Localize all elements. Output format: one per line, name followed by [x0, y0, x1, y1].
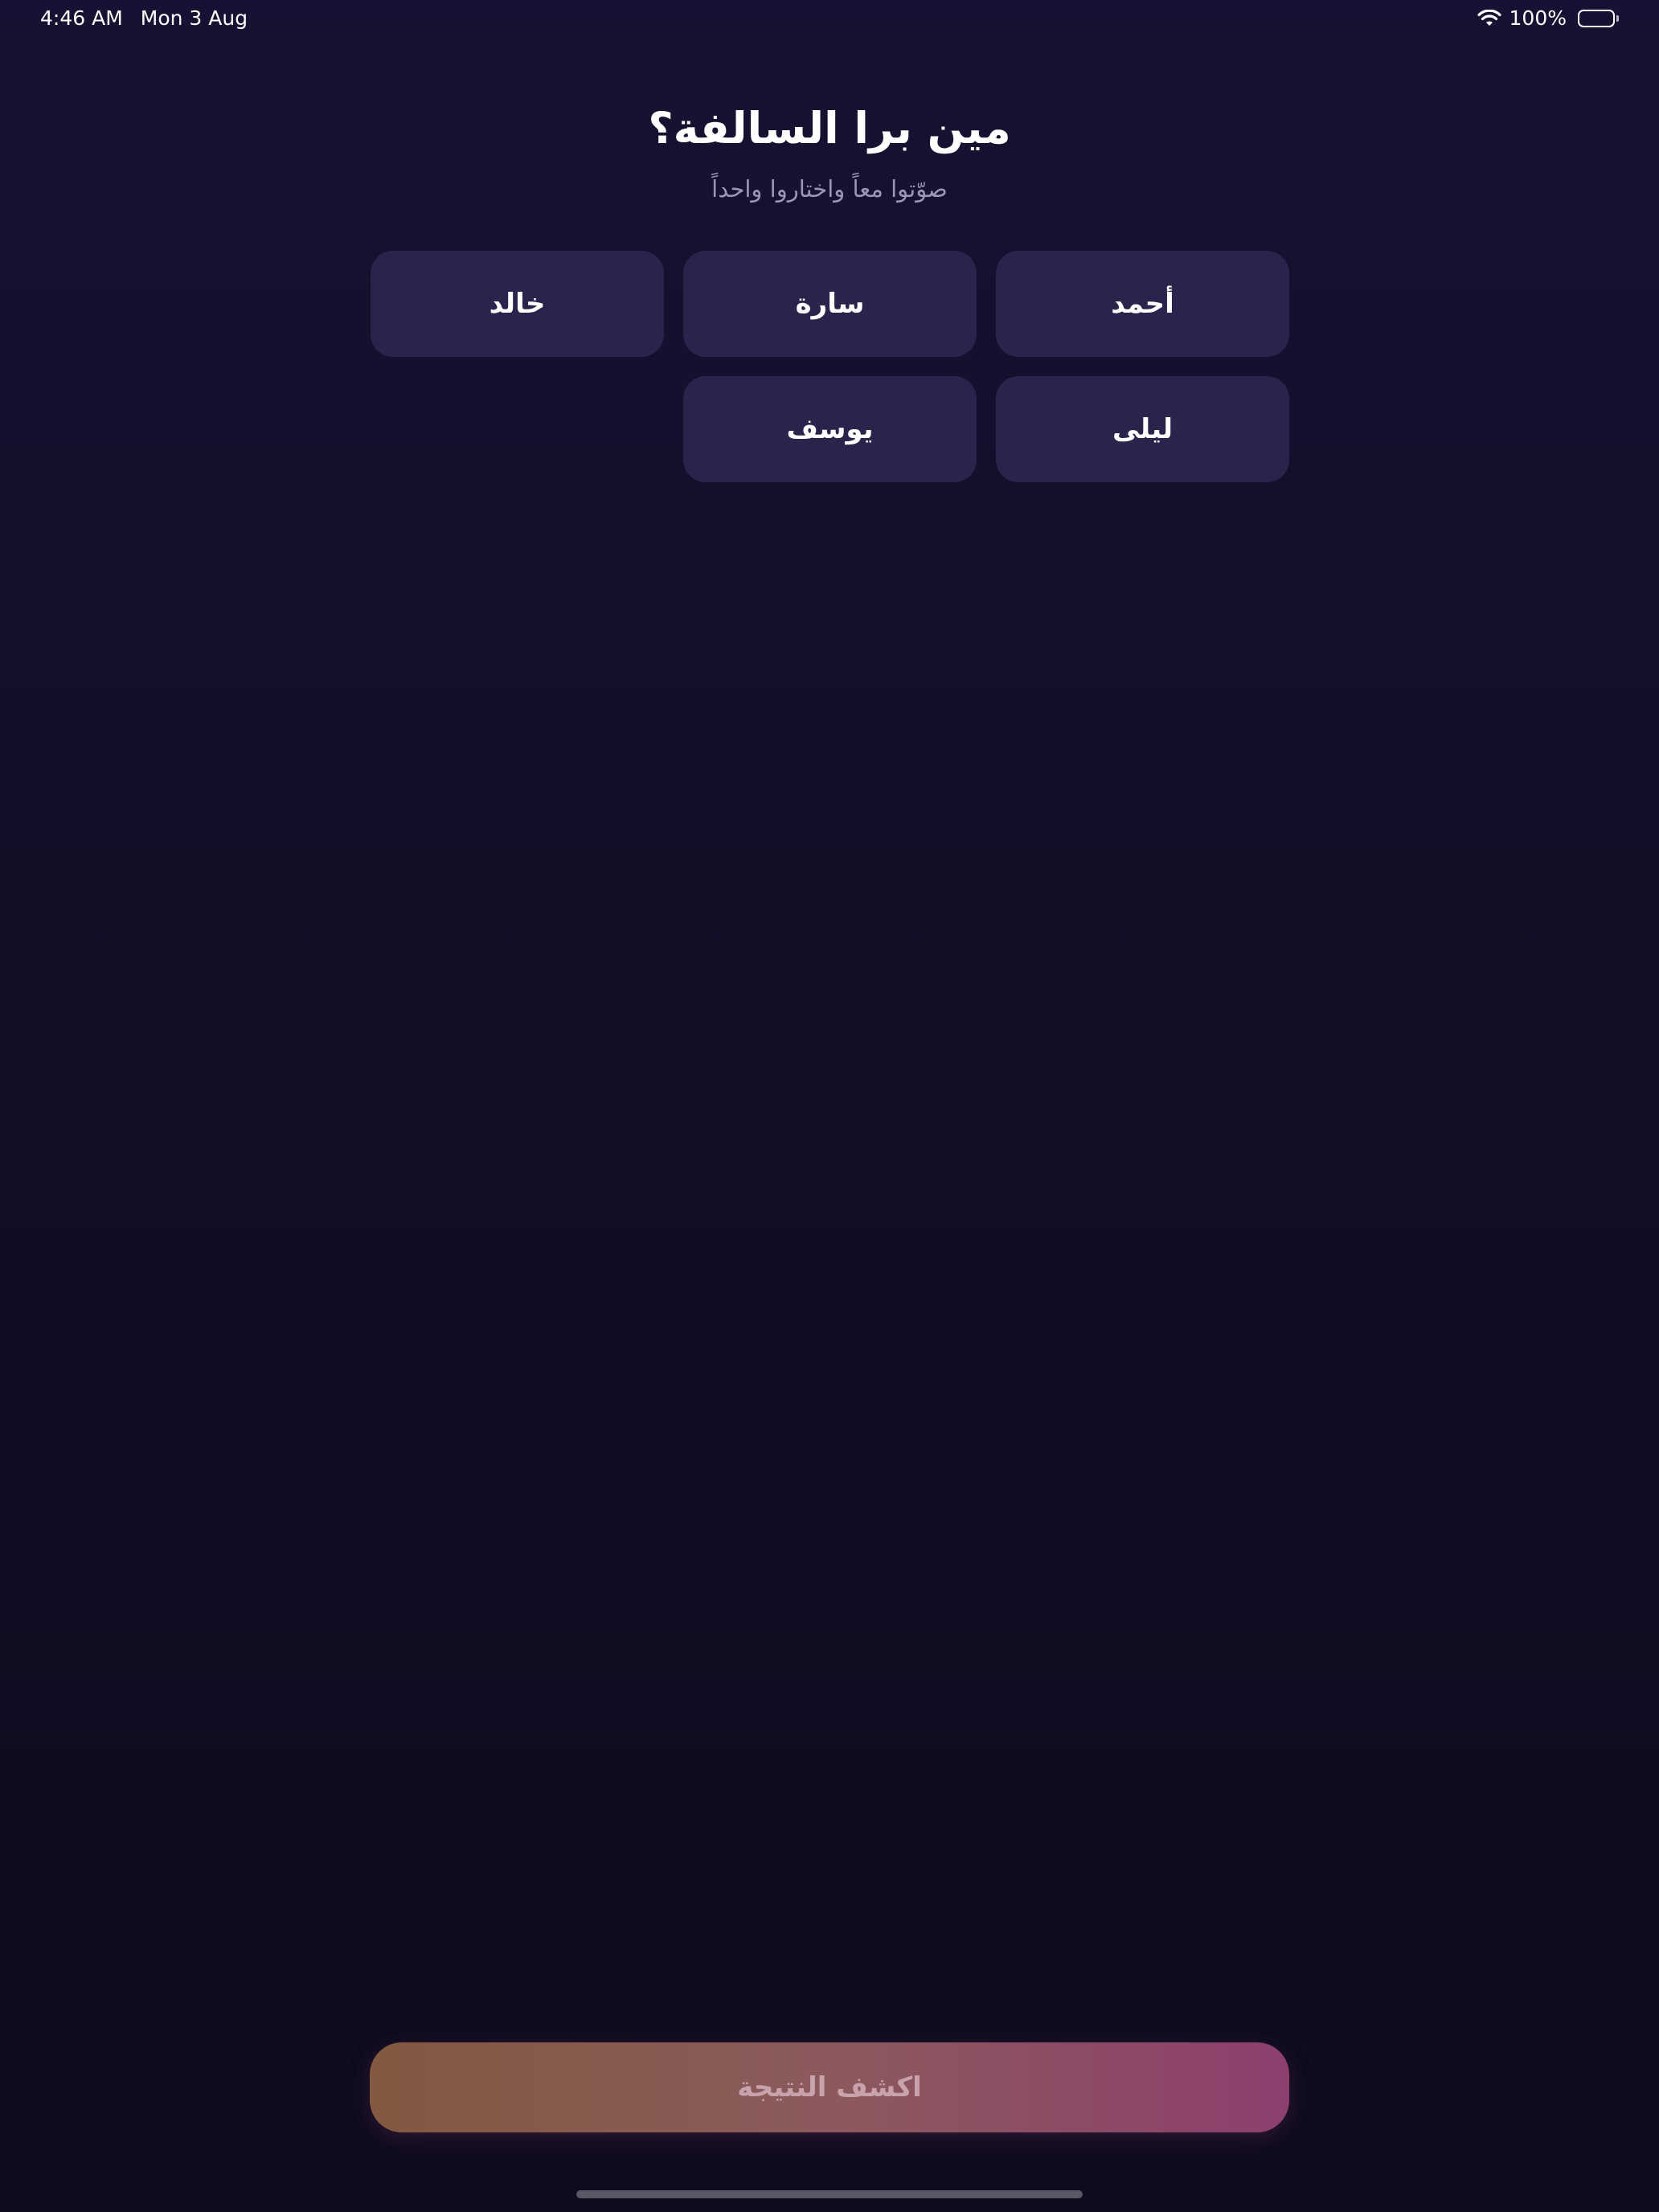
status-time: 4:46 AM — [40, 6, 123, 30]
player-grid: أحمد سارة خالد ليلى يوسف — [370, 251, 1289, 482]
page-title: مين برا السالفة؟ — [648, 103, 1011, 154]
home-indicator[interactable] — [576, 2190, 1083, 2198]
status-right: 100% — [1477, 6, 1619, 30]
player-card-sara[interactable]: سارة — [683, 251, 977, 357]
wifi-icon — [1477, 9, 1501, 27]
battery-icon — [1578, 9, 1619, 27]
status-bar: 4:46 AM Mon 3 Aug 100% — [0, 0, 1659, 39]
page-subtitle: صوّتوا معاً واختاروا واحداً — [711, 175, 948, 203]
status-left: 4:46 AM Mon 3 Aug — [40, 6, 248, 30]
reveal-result-button[interactable]: اكشف النتيجة — [370, 2042, 1289, 2132]
player-card-khaled[interactable]: خالد — [371, 251, 664, 357]
status-date: Mon 3 Aug — [140, 6, 248, 30]
player-card-yousef[interactable]: يوسف — [683, 376, 977, 482]
battery-percentage: 100% — [1509, 6, 1567, 30]
player-card-ahmed[interactable]: أحمد — [996, 251, 1289, 357]
player-card-layla[interactable]: ليلى — [996, 376, 1289, 482]
